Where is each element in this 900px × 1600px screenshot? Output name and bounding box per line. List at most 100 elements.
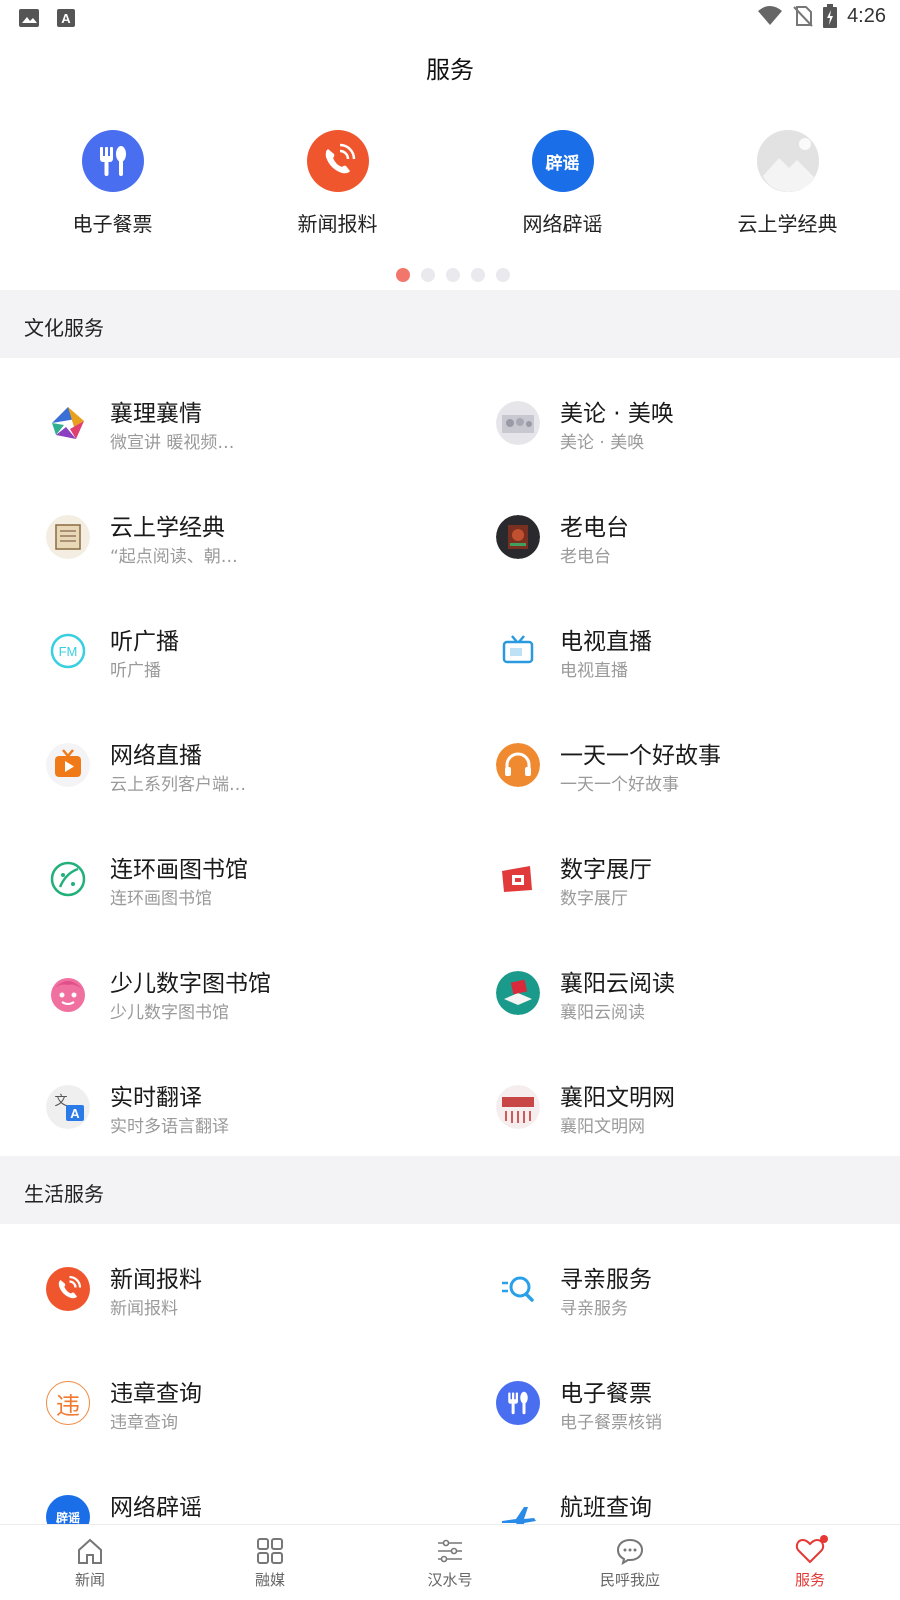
pager-dot[interactable] — [446, 268, 460, 282]
pager-dot[interactable] — [496, 268, 510, 282]
notification-dot — [820, 1535, 828, 1543]
gallery-notification-icon — [19, 9, 39, 27]
service-item[interactable]: 云上学经典 “起点阅读、朝… — [0, 472, 450, 586]
service-subtitle: 实时多语言翻译 — [110, 1117, 229, 1137]
quick-service-news-tip[interactable]: 新闻报料 — [225, 130, 450, 250]
sliders-icon — [438, 1539, 462, 1563]
service-name: 网络辟谣 — [110, 1495, 202, 1521]
service-subtitle: 微宣讲 暖视频… — [110, 433, 235, 453]
quick-service-label: 电子餐票 — [72, 212, 153, 236]
cloud-reading-icon — [496, 971, 540, 1015]
no-sim-icon — [793, 6, 813, 27]
quick-service-carousel[interactable]: 电子餐票 新闻报料 辟谣 网络辟谣 云上学经典 — [0, 130, 900, 250]
service-subtitle: 云上系列客户端… — [110, 775, 246, 795]
svg-text:FM: FM — [59, 644, 78, 659]
quick-service-rumor[interactable]: 辟谣 网络辟谣 — [450, 130, 675, 250]
tab-news[interactable]: 新闻 — [0, 1525, 180, 1600]
live-play-icon — [46, 743, 90, 787]
service-name: 电视直播 — [560, 629, 652, 655]
service-subtitle: 美论 · 美唤 — [560, 433, 645, 453]
bottom-nav: 新闻 融媒 汉水号 民呼我应 服务 — [0, 1524, 900, 1600]
service-name: 老电台 — [560, 515, 629, 541]
service-item[interactable]: FM 听广播 听广播 — [0, 586, 450, 700]
service-item[interactable]: 数字展厅 数字展厅 — [450, 814, 900, 928]
service-name: 实时翻译 — [110, 1085, 202, 1111]
service-item[interactable]: 襄理襄情 微宣讲 暖视频… — [0, 358, 450, 472]
page-title: 服务 — [426, 56, 474, 84]
section-title: 文化服务 — [24, 316, 104, 340]
service-item[interactable]: 一天一个好故事 一天一个好故事 — [450, 700, 900, 814]
fork-spoon-icon — [81, 130, 144, 192]
service-item[interactable]: 连环画图书馆 连环画图书馆 — [0, 814, 450, 928]
service-subtitle: 老电台 — [560, 547, 611, 567]
service-item[interactable]: 违 违章查询 违章查询 — [0, 1338, 450, 1452]
service-item[interactable]: 少儿数字图书馆 少儿数字图书馆 — [0, 928, 450, 1042]
svg-text:A: A — [61, 11, 71, 26]
section-title: 生活服务 — [24, 1182, 104, 1206]
quick-service-classics[interactable]: 云上学经典 — [675, 130, 900, 250]
service-subtitle: 听广播 — [110, 661, 161, 681]
service-name: 网络直播 — [110, 743, 202, 769]
service-subtitle: 数字展厅 — [560, 889, 628, 909]
quick-service-label: 云上学经典 — [737, 212, 838, 236]
service-subtitle: 一天一个好故事 — [560, 775, 679, 795]
phone-icon — [306, 130, 369, 192]
pager-dot-active[interactable] — [396, 268, 410, 282]
service-name: 襄理襄情 — [110, 401, 202, 427]
service-item[interactable]: 电子餐票 电子餐票核销 — [450, 1338, 900, 1452]
civilization-logo-icon — [496, 1085, 540, 1129]
service-subtitle: 违章查询 — [110, 1413, 178, 1433]
tab-hanshui[interactable]: 汉水号 — [360, 1525, 540, 1600]
service-item[interactable]: 寻亲服务 寻亲服务 — [450, 1224, 900, 1338]
tab-media[interactable]: 融媒 — [180, 1525, 360, 1600]
photo-thumb-icon — [496, 401, 540, 445]
service-subtitle: 寻亲服务 — [560, 1299, 628, 1319]
pager-dot[interactable] — [421, 268, 435, 282]
service-name: 寻亲服务 — [560, 1267, 652, 1293]
quick-service-meal-ticket[interactable]: 电子餐票 — [0, 130, 225, 250]
service-item[interactable]: 襄阳文明网 襄阳文明网 — [450, 1042, 900, 1156]
service-name: 新闻报料 — [110, 1267, 202, 1293]
radio-photo-icon — [496, 515, 540, 559]
fm-icon: FM — [46, 629, 90, 673]
svg-text:A: A — [70, 1106, 80, 1121]
service-item[interactable]: 网络直播 云上系列客户端… — [0, 700, 450, 814]
service-item[interactable]: 文A 实时翻译 实时多语言翻译 — [0, 1042, 450, 1156]
service-name: 连环画图书馆 — [110, 857, 248, 883]
service-name: 数字展厅 — [560, 857, 652, 883]
pager-dot[interactable] — [471, 268, 485, 282]
service-subtitle: 少儿数字图书馆 — [110, 1003, 229, 1023]
font-notification-icon: A — [57, 9, 75, 27]
carousel-pager — [396, 268, 510, 282]
tab-label: 汉水号 — [427, 1571, 473, 1589]
tab-label: 融媒 — [254, 1571, 285, 1589]
chat-icon — [616, 1538, 644, 1565]
tab-services[interactable]: 服务 — [720, 1525, 900, 1600]
service-item[interactable]: 电视直播 电视直播 — [450, 586, 900, 700]
quick-service-label: 新闻报料 — [297, 212, 378, 236]
colorful-logo-icon — [46, 401, 90, 445]
tab-public-voice[interactable]: 民呼我应 — [540, 1525, 720, 1600]
service-item[interactable]: 老电台 老电台 — [450, 472, 900, 586]
phone-icon — [46, 1267, 90, 1311]
service-name: 襄阳云阅读 — [560, 971, 675, 997]
quick-service-label: 网络辟谣 — [522, 212, 603, 236]
exhibition-icon — [496, 857, 540, 901]
service-item[interactable]: 新闻报料 新闻报料 — [0, 1224, 450, 1338]
service-subtitle: 连环画图书馆 — [110, 889, 212, 909]
rumor-badge-text: 辟谣 — [55, 1510, 80, 1525]
service-name: 美论 · 美唤 — [560, 401, 674, 427]
tv-icon — [496, 629, 540, 673]
rumor-badge-text: 辟谣 — [545, 153, 580, 174]
rumor-badge-icon: 辟谣 — [531, 130, 594, 192]
service-name: 襄阳文明网 — [560, 1085, 675, 1111]
service-item[interactable]: 美论 · 美唤 美论 · 美唤 — [450, 358, 900, 472]
image-placeholder-icon — [756, 130, 819, 192]
service-subtitle: “起点阅读、朝… — [110, 547, 238, 567]
status-time: 4:26 — [847, 4, 886, 27]
battery-charging-icon — [823, 4, 838, 28]
service-item[interactable]: 襄阳云阅读 襄阳云阅读 — [450, 928, 900, 1042]
tab-label: 民呼我应 — [599, 1571, 660, 1589]
violation-glyph: 违 — [56, 1391, 80, 1420]
headphones-icon — [496, 743, 540, 787]
